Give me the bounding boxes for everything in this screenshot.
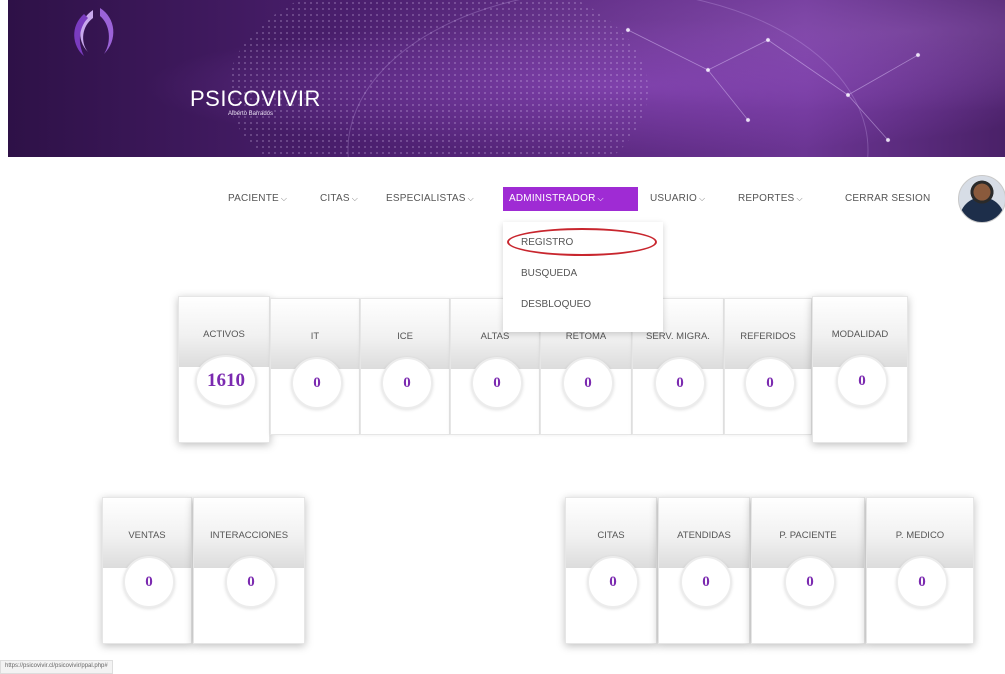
stat-value: 1610 bbox=[195, 355, 257, 407]
stat-card[interactable]: VENTAS 0 bbox=[102, 497, 192, 644]
stat-label: ALTAS bbox=[480, 331, 510, 342]
stat-value: 0 bbox=[654, 357, 706, 409]
stat-value: 0 bbox=[123, 556, 175, 608]
stat-value: 0 bbox=[291, 357, 343, 409]
stat-label: ATENDIDAS bbox=[677, 530, 731, 541]
stat-card[interactable]: ACTIVOS 1610 bbox=[178, 296, 270, 443]
nav-label: REPORTES bbox=[738, 193, 795, 204]
stat-card[interactable]: P. MEDICO 0 bbox=[866, 497, 974, 644]
stat-value: 0 bbox=[784, 556, 836, 608]
nav-label: ESPECIALISTAS bbox=[386, 193, 466, 204]
stat-label: ACTIVOS bbox=[203, 329, 245, 340]
nav-label: PACIENTE bbox=[228, 193, 279, 204]
chevron-down-icon: ⌵ bbox=[796, 194, 803, 203]
dropdown-item-registro[interactable]: REGISTRO bbox=[521, 237, 573, 248]
stat-card[interactable]: CITAS 0 bbox=[565, 497, 657, 644]
stat-value: 0 bbox=[836, 355, 888, 407]
stat-label: SERV. MIGRA. bbox=[646, 331, 710, 342]
chevron-down-icon: ⌵ bbox=[467, 194, 474, 203]
chevron-down-icon: ⌵ bbox=[698, 194, 706, 203]
stat-card[interactable]: P. PACIENTE 0 bbox=[751, 497, 865, 644]
stat-card[interactable]: IT 0 bbox=[270, 298, 360, 435]
dropdown-item-busqueda[interactable]: BUSQUEDA bbox=[521, 268, 577, 279]
stat-label: ICE bbox=[397, 331, 413, 342]
administrador-dropdown: REGISTRO BUSQUEDA DESBLOQUEO bbox=[503, 222, 663, 332]
header-banner bbox=[8, 0, 1005, 157]
stat-value: 0 bbox=[896, 556, 948, 608]
brand-name: PSICOVIVIR bbox=[190, 86, 321, 111]
stat-label: CITAS bbox=[597, 530, 625, 541]
stat-card[interactable]: MODALIDAD 0 bbox=[812, 296, 908, 443]
nav-usuario[interactable]: USUARIO ⌵ bbox=[650, 187, 705, 211]
stat-value: 0 bbox=[744, 357, 796, 409]
stat-value: 0 bbox=[381, 357, 433, 409]
stat-value: 0 bbox=[587, 556, 639, 608]
stat-label: P. MEDICO bbox=[895, 530, 945, 541]
nav-label: CITAS bbox=[320, 193, 350, 204]
nav-citas[interactable]: CITAS ⌵ bbox=[320, 187, 358, 211]
stat-value: 0 bbox=[680, 556, 732, 608]
stat-card[interactable]: ATENDIDAS 0 bbox=[658, 497, 750, 644]
stat-label: MODALIDAD bbox=[831, 329, 889, 340]
stat-card[interactable]: INTERACCIONES 0 bbox=[193, 497, 305, 644]
nav-label: USUARIO bbox=[650, 193, 697, 204]
nav-especialistas[interactable]: ESPECIALISTAS ⌵ bbox=[386, 187, 474, 211]
nav-reportes[interactable]: REPORTES ⌵ bbox=[738, 187, 803, 211]
stat-card[interactable]: ICE 0 bbox=[360, 298, 450, 435]
brand-subtitle: Alberto Barrados bbox=[228, 111, 274, 117]
stat-value: 0 bbox=[471, 357, 523, 409]
nav-cerrar-sesion[interactable]: CERRAR SESION bbox=[845, 187, 930, 211]
stat-card[interactable]: REFERIDOS 0 bbox=[724, 298, 812, 435]
stat-label: INTERACCIONES bbox=[209, 530, 289, 541]
stat-label: REFERIDOS bbox=[740, 331, 796, 342]
chevron-down-icon: ⌵ bbox=[351, 194, 358, 203]
nav-administrador[interactable]: ADMINISTRADOR ⌵ bbox=[503, 187, 638, 211]
stat-label: IT bbox=[310, 331, 320, 342]
chevron-down-icon: ⌵ bbox=[597, 194, 604, 203]
dropdown-item-desbloqueo[interactable]: DESBLOQUEO bbox=[521, 299, 591, 310]
stat-value: 0 bbox=[225, 556, 277, 608]
nav-label: CERRAR SESION bbox=[845, 193, 931, 204]
avatar[interactable] bbox=[958, 175, 1005, 223]
stat-label: VENTAS bbox=[128, 530, 166, 541]
stat-label: RETOMA bbox=[565, 331, 607, 342]
psicovivir-logo-icon bbox=[74, 8, 114, 56]
nav-label: ADMINISTRADOR bbox=[509, 193, 596, 204]
stat-label: P. PACIENTE bbox=[779, 530, 837, 541]
stat-value: 0 bbox=[562, 357, 614, 409]
nav-paciente[interactable]: PACIENTE ⌵ bbox=[228, 187, 287, 211]
chevron-down-icon: ⌵ bbox=[280, 194, 288, 203]
